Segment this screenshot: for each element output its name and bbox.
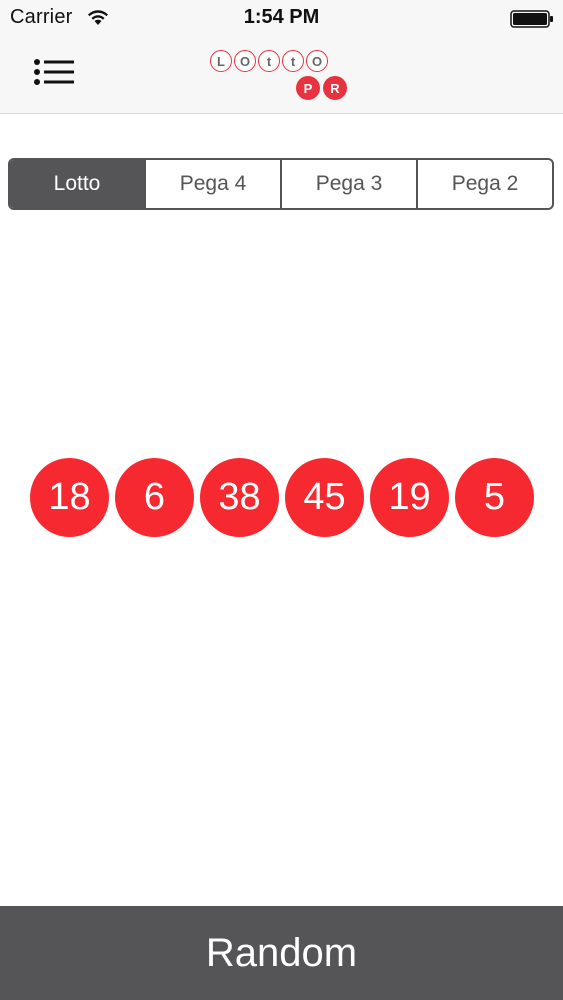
logo-letter: O [306, 50, 328, 72]
number-ball: 5 [455, 458, 534, 537]
random-button[interactable]: Random [0, 906, 563, 1000]
logo-letter: O [234, 50, 256, 72]
battery-icon [510, 10, 553, 28]
logo-letter: t [258, 50, 280, 72]
number-ball: 45 [285, 458, 364, 537]
app-screen: Carrier 1:54 PM L O t t O P R Lotto Pega… [0, 0, 563, 1000]
segment-pega-2[interactable]: Pega 2 [416, 160, 552, 208]
number-ball: 18 [30, 458, 109, 537]
logo-letter: L [210, 50, 232, 72]
menu-button[interactable] [30, 56, 78, 92]
top-bar: Carrier 1:54 PM L O t t O P R [0, 0, 563, 114]
logo-letter: P [296, 76, 320, 100]
lotto-pr-logo: L O t t O P R [210, 48, 354, 104]
number-balls: 18 6 38 45 19 5 [30, 458, 540, 538]
number-ball: 6 [115, 458, 194, 537]
game-segmented-control: Lotto Pega 4 Pega 3 Pega 2 [8, 158, 554, 210]
logo-letter: t [282, 50, 304, 72]
segment-lotto[interactable]: Lotto [10, 160, 144, 208]
number-ball: 19 [370, 458, 449, 537]
list-icon [34, 59, 74, 85]
status-time: 1:54 PM [243, 6, 320, 28]
segment-pega-4[interactable]: Pega 4 [144, 160, 280, 208]
number-ball: 38 [200, 458, 279, 537]
segment-pega-3[interactable]: Pega 3 [280, 160, 416, 208]
logo-letter: R [323, 76, 347, 100]
